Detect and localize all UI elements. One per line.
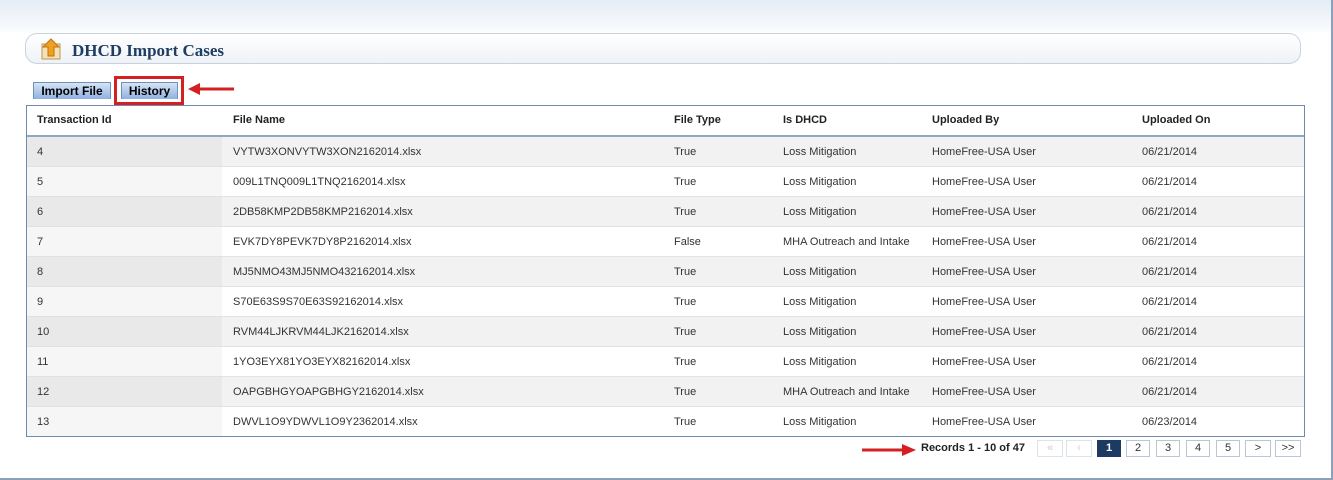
cell-file-type: True [674, 386, 697, 398]
cell-file-name: OAPGBHGYOAPGBHGY2162014.xlsx [233, 386, 424, 398]
cell-uploaded-by: HomeFree-USA User [932, 326, 1036, 338]
cell-transaction-id: 5 [27, 167, 222, 196]
cell-is-dhcd: Loss Mitigation [783, 266, 857, 278]
cell-file-name: DWVL1O9YDWVL1O9Y2362014.xlsx [233, 416, 418, 428]
pager-page-5[interactable]: 5 [1216, 440, 1240, 457]
cell-is-dhcd: Loss Mitigation [783, 416, 857, 428]
table-row[interactable]: 11 1YO3EYX81YO3EYX82162014.xlsx True Los… [27, 347, 1304, 377]
page-title-bar: DHCD Import Cases [25, 33, 1301, 64]
table-row[interactable]: 13 DWVL1O9YDWVL1O9Y2362014.xlsx True Los… [27, 407, 1304, 436]
cell-file-type: True [674, 206, 697, 218]
cell-is-dhcd: Loss Mitigation [783, 356, 857, 368]
column-header-transaction-id[interactable]: Transaction Id [37, 106, 112, 135]
pager-prev-button[interactable]: ‹ [1066, 440, 1092, 457]
cell-file-name: RVM44LJKRVM44LJK2162014.xlsx [233, 326, 409, 338]
cell-file-type: True [674, 176, 697, 188]
cell-uploaded-on: 06/21/2014 [1142, 386, 1198, 398]
pager-last-button[interactable]: >> [1275, 440, 1301, 457]
history-table: Transaction Id File Name File Type Is DH… [26, 105, 1305, 437]
cell-is-dhcd: Loss Mitigation [783, 176, 857, 188]
pager-page-4[interactable]: 4 [1186, 440, 1210, 457]
table-row[interactable]: 8 MJ5NMO43MJ5NMO432162014.xlsx True Loss… [27, 257, 1304, 287]
cell-transaction-id: 9 [27, 287, 222, 316]
cell-file-name: VYTW3XONVYTW3XON2162014.xlsx [233, 146, 422, 158]
cell-uploaded-by: HomeFree-USA User [932, 236, 1036, 248]
cell-file-type: True [674, 146, 697, 158]
table-row[interactable]: 9 S70E63S9S70E63S92162014.xlsx True Loss… [27, 287, 1304, 317]
cell-file-name: 1YO3EYX81YO3EYX82162014.xlsx [233, 356, 411, 368]
cell-uploaded-on: 06/23/2014 [1142, 416, 1198, 428]
cell-uploaded-by: HomeFree-USA User [932, 296, 1036, 308]
tab-import-file[interactable]: Import File [33, 82, 111, 99]
cell-uploaded-by: HomeFree-USA User [932, 146, 1036, 158]
cell-transaction-id: 11 [27, 347, 222, 376]
column-header-file-type[interactable]: File Type [674, 106, 721, 135]
records-count: Records 1 - 10 of 47 [921, 442, 1025, 454]
pager-page-2[interactable]: 2 [1126, 440, 1150, 457]
cell-is-dhcd: Loss Mitigation [783, 326, 857, 338]
table-row[interactable]: 10 RVM44LJKRVM44LJK2162014.xlsx True Los… [27, 317, 1304, 347]
cell-file-type: True [674, 416, 697, 428]
cell-file-type: False [674, 236, 701, 248]
red-arrow-icon [188, 83, 234, 95]
cell-file-name: 2DB58KMP2DB58KMP2162014.xlsx [233, 206, 413, 218]
cell-transaction-id: 4 [27, 137, 222, 166]
pager-next-button[interactable]: > [1245, 440, 1271, 457]
cell-uploaded-by: HomeFree-USA User [932, 416, 1036, 428]
column-header-file-name[interactable]: File Name [233, 106, 285, 135]
cell-uploaded-on: 06/21/2014 [1142, 146, 1198, 158]
cell-uploaded-by: HomeFree-USA User [932, 386, 1036, 398]
annotation-highlight-box [114, 76, 184, 105]
column-header-uploaded-by[interactable]: Uploaded By [932, 106, 999, 135]
pager-page-1[interactable]: 1 [1097, 440, 1121, 457]
cell-transaction-id: 6 [27, 197, 222, 226]
cell-file-type: True [674, 266, 697, 278]
cell-file-name: MJ5NMO43MJ5NMO432162014.xlsx [233, 266, 416, 278]
pager-first-button[interactable]: « [1037, 440, 1063, 457]
cell-uploaded-by: HomeFree-USA User [932, 266, 1036, 278]
cell-transaction-id: 7 [27, 227, 222, 256]
table-row[interactable]: 5 009L1TNQ009L1TNQ2162014.xlsx True Loss… [27, 167, 1304, 197]
pager-page-3[interactable]: 3 [1156, 440, 1180, 457]
cell-file-type: True [674, 356, 697, 368]
cell-is-dhcd: Loss Mitigation [783, 146, 857, 158]
cell-is-dhcd: MHA Outreach and Intake [783, 386, 910, 398]
red-arrow-icon [862, 444, 916, 456]
page-title: DHCD Import Cases [72, 41, 225, 60]
cell-uploaded-on: 06/21/2014 [1142, 296, 1198, 308]
table-row[interactable]: 7 EVK7DY8PEVK7DY8P2162014.xlsx False MHA… [27, 227, 1304, 257]
cell-uploaded-on: 06/21/2014 [1142, 206, 1198, 218]
page-header-band [0, 0, 1333, 34]
cell-is-dhcd: MHA Outreach and Intake [783, 236, 910, 248]
cell-uploaded-on: 06/21/2014 [1142, 356, 1198, 368]
table-row[interactable]: 12 OAPGBHGYOAPGBHGY2162014.xlsx True MHA… [27, 377, 1304, 407]
cell-is-dhcd: Loss Mitigation [783, 206, 857, 218]
cell-uploaded-by: HomeFree-USA User [932, 206, 1036, 218]
cell-transaction-id: 12 [27, 377, 222, 406]
cell-uploaded-on: 06/21/2014 [1142, 326, 1198, 338]
cell-uploaded-by: HomeFree-USA User [932, 356, 1036, 368]
cell-file-type: True [674, 296, 697, 308]
cell-transaction-id: 10 [27, 317, 222, 346]
cell-file-type: True [674, 326, 697, 338]
cell-is-dhcd: Loss Mitigation [783, 296, 857, 308]
table-row[interactable]: 6 2DB58KMP2DB58KMP2162014.xlsx True Loss… [27, 197, 1304, 227]
cell-uploaded-on: 06/21/2014 [1142, 176, 1198, 188]
cell-file-name: EVK7DY8PEVK7DY8P2162014.xlsx [233, 236, 412, 248]
column-header-uploaded-on[interactable]: Uploaded On [1142, 106, 1210, 135]
cell-transaction-id: 13 [27, 407, 222, 436]
cell-uploaded-on: 06/21/2014 [1142, 236, 1198, 248]
cell-file-name: 009L1TNQ009L1TNQ2162014.xlsx [233, 176, 406, 188]
cell-transaction-id: 8 [27, 257, 222, 286]
upload-house-icon [41, 38, 61, 60]
cell-file-name: S70E63S9S70E63S92162014.xlsx [233, 296, 404, 308]
table-header: Transaction Id File Name File Type Is DH… [27, 106, 1304, 137]
cell-uploaded-on: 06/21/2014 [1142, 266, 1198, 278]
table-row[interactable]: 4 VYTW3XONVYTW3XON2162014.xlsx True Loss… [27, 137, 1304, 167]
column-header-is-dhcd[interactable]: Is DHCD [783, 106, 827, 135]
cell-uploaded-by: HomeFree-USA User [932, 176, 1036, 188]
